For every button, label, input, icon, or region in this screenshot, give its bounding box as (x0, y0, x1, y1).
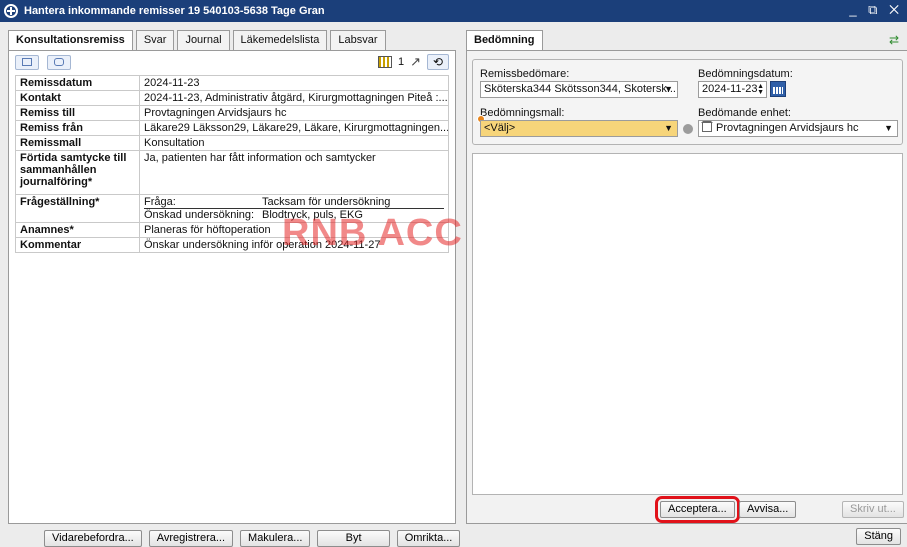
template-label: Bedömningsmall: (480, 107, 565, 119)
referral-panel: Konsultationsremiss Svar Journal Läkemed… (8, 30, 461, 547)
accept-button[interactable]: Acceptera... (655, 496, 740, 523)
date-input[interactable]: 2024-11-23 ▲ ▼ (698, 81, 767, 98)
referral-toolbar: 1 ↗ ⟲ (9, 51, 455, 73)
question-label: Frågeställning* (15, 194, 140, 223)
table-row: Remissmall Konsultation (15, 135, 449, 151)
flag-icon (22, 58, 32, 66)
forward-button[interactable]: Vidarebefordra... (44, 530, 142, 547)
tab-labsvar[interactable]: Labsvar (330, 30, 386, 50)
print-button[interactable]: Skriv ut... (842, 501, 904, 518)
question-line-1: Fråga: Tacksam för undersökning (144, 196, 444, 209)
row-value: Läkare29 Läksson29, Läkare29, Läkare, Ki… (139, 120, 449, 136)
assessment-form: Remissbedömare: Sköterska344 Skötsson344… (472, 59, 903, 145)
row-label: Kontakt (15, 90, 140, 106)
row-label: Förtida samtycke till sammanhållen journ… (15, 150, 140, 195)
chevron-down-icon: ▼ (884, 123, 893, 133)
row-label: Remiss till (15, 105, 140, 121)
title-bar: Hantera inkommande remisser 19 540103-56… (0, 0, 907, 22)
row-value: Provtagningen Arvidsjaurs hc (139, 105, 449, 121)
cancel-referral-button[interactable]: Makulera... (240, 530, 311, 547)
flag-button[interactable] (15, 55, 39, 70)
unit-value: Provtagningen Arvidsjaurs hc (716, 122, 859, 134)
refresh-icon[interactable]: ⟲ (427, 54, 449, 70)
tab-konsultationsremiss[interactable]: Konsultationsremiss (8, 30, 133, 51)
row-value: Konsultation (139, 135, 449, 151)
window-controls[interactable]: _ ⧉ ✕ (849, 2, 903, 18)
deregister-button[interactable]: Avregistrera... (148, 530, 234, 547)
assessment-tab-body: Remissbedömare: Sköterska344 Skötsson344… (466, 50, 907, 524)
assessment-text-area[interactable] (472, 153, 903, 495)
assessor-value: Sköterska344 Skötsson344, Skotersk... (484, 83, 676, 95)
row-label: Remissmall (15, 135, 140, 151)
assessment-panel: Bedömning ⇄ Remissbedömare: Sköterska344… (466, 30, 907, 524)
house-icon (701, 121, 713, 132)
date-value: 2024-11-23 (702, 83, 758, 95)
status-dot-icon (683, 124, 693, 134)
question-text: Tacksam för undersökning (262, 196, 391, 208)
row-value: 2024-11-23 (139, 75, 449, 91)
row-value: Ja, patienten har fått information och s… (139, 150, 449, 195)
comment-label: Kommentar (15, 237, 140, 253)
assessor-select[interactable]: Sköterska344 Skötsson344, Skotersk... ▼ (480, 81, 678, 98)
tab-svar[interactable]: Svar (135, 30, 175, 50)
comment-icon (54, 58, 64, 66)
comment-button[interactable] (47, 55, 71, 70)
left-tabs: Konsultationsremiss Svar Journal Läkemed… (8, 30, 389, 51)
close-button[interactable]: Stäng (856, 528, 901, 545)
assessor-label: Remissbedömare: (480, 68, 570, 80)
chevron-down-icon: ▼ (664, 123, 673, 133)
template-value: <Välj> (484, 122, 516, 134)
table-row: Remiss från Läkare29 Läksson29, Läkare29… (15, 120, 449, 136)
unit-select[interactable]: Provtagningen Arvidsjaurs hc ▼ (698, 120, 898, 137)
table-row: Remissdatum 2024-11-23 (15, 75, 449, 91)
question-key: Fråga: (144, 196, 176, 208)
sync-icon[interactable]: ⇄ (885, 33, 903, 48)
tab-lakemedelslista[interactable]: Läkemedelslista (232, 30, 328, 50)
right-tabs: Bedömning (466, 30, 546, 51)
spinner-icon[interactable]: ▲ ▼ (757, 83, 764, 96)
watermark: RNB ACC (282, 212, 463, 254)
table-row: Remiss till Provtagningen Arvidsjaurs hc (15, 105, 449, 121)
template-select[interactable]: <Välj> ▼ (480, 120, 678, 137)
tab-bedomning[interactable]: Bedömning (466, 30, 543, 51)
change-type-button[interactable]: Byt remisstyp... (317, 530, 390, 547)
page-number: 1 (397, 56, 405, 68)
tab-journal[interactable]: Journal (177, 30, 230, 50)
referral-tab-body: 1 ↗ ⟲ Remissdatum 2024-11-23 Kontakt 202… (8, 50, 456, 524)
referral-actions: Vidarebefordra... Avregistrera... Makule… (44, 530, 461, 547)
reject-button[interactable]: Avvisa... (739, 501, 797, 518)
window-title: Hantera inkommande remisser 19 540103-56… (24, 5, 325, 17)
forward-arrow-icon[interactable]: ↗ (410, 54, 421, 70)
calendar-icon[interactable] (770, 81, 786, 97)
unit-label: Bedömande enhet: (698, 107, 791, 119)
columns-icon[interactable] (377, 56, 392, 68)
table-row: Kontakt 2024-11-23, Administrativ åtgärd… (15, 90, 449, 106)
toolbar-right: 1 ↗ ⟲ (377, 54, 449, 70)
anamnes-label: Anamnes* (15, 222, 140, 238)
redirect-button[interactable]: Omrikta... (396, 530, 461, 547)
date-label: Bedömningsdatum: (698, 68, 793, 80)
row-label: Remiss från (15, 120, 140, 136)
table-row: Förtida samtycke till sammanhållen journ… (15, 150, 449, 195)
row-label: Remissdatum (15, 75, 140, 91)
exam-key: Önskad undersökning: (144, 209, 255, 221)
app-cross-icon (4, 4, 18, 18)
row-value: 2024-11-23, Administrativ åtgärd, Kirurg… (139, 90, 449, 106)
chevron-down-icon: ▼ (664, 84, 673, 94)
